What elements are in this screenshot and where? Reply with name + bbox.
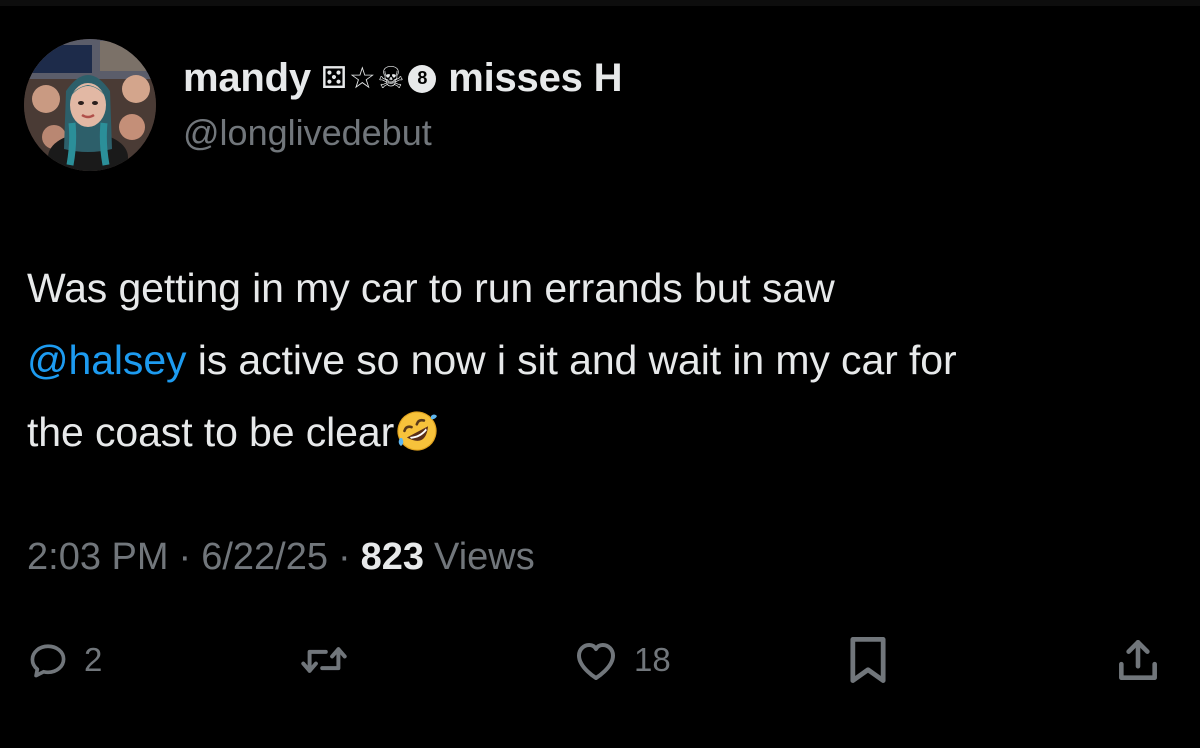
like-count: 18 <box>634 641 671 678</box>
number-badge: 8 <box>408 64 437 93</box>
tweet-text: Was getting in my car to run errands but… <box>27 252 1187 468</box>
rolling-laughing-emoji-icon <box>397 411 438 451</box>
meta-separator: · <box>178 536 192 578</box>
tweet-line-text: the coast to be clear <box>27 409 395 455</box>
action-bar: 2 18 <box>0 630 1200 690</box>
user-handle[interactable]: @longlivedebut <box>183 112 432 154</box>
bookmark-icon <box>850 637 886 683</box>
star-icon: ☆ <box>348 61 376 96</box>
display-name-suffix: misses H <box>448 56 623 100</box>
heart-icon <box>577 643 615 680</box>
display-name-text: mandy <box>183 56 311 100</box>
bookmark-button[interactable] <box>846 630 890 690</box>
mention-link[interactable]: @halsey <box>27 337 187 383</box>
meta-separator: · <box>337 536 351 578</box>
share-icon <box>1119 640 1157 680</box>
tweet-line-text: is active so now i sit and wait in my ca… <box>186 337 957 383</box>
views-count: 823 <box>360 536 425 578</box>
reply-icon <box>30 644 66 678</box>
tweet-line: @halsey is active so now i sit and wait … <box>27 324 1187 396</box>
die-icon: ⚄ <box>320 61 347 96</box>
tweet-time[interactable]: 2:03 PM <box>27 536 169 579</box>
views-label: Views <box>434 536 535 578</box>
reply-count: 2 <box>84 641 103 678</box>
reply-button[interactable]: 2 <box>26 630 102 690</box>
tweet-line: the coast to be clear <box>27 396 1187 468</box>
tweet-card: mandy ⚄ ☆ ☠ 8 misses H @longlivedebut Wa… <box>0 0 1200 748</box>
top-divider <box>0 0 1200 6</box>
share-button[interactable] <box>1113 630 1163 690</box>
skull-crossbones-icon: ☠ <box>377 61 405 96</box>
like-button[interactable]: 18 <box>572 630 671 690</box>
avatar[interactable] <box>24 39 156 171</box>
tweet-meta: 2:03 PM · 6/22/25 · 823 Views <box>27 536 535 579</box>
retweet-icon <box>301 647 347 673</box>
display-name[interactable]: mandy ⚄ ☆ ☠ 8 misses H <box>183 56 622 101</box>
avatar-photo <box>24 39 156 171</box>
tweet-date[interactable]: 6/22/25 <box>201 536 328 579</box>
tweet-line: Was getting in my car to run errands but… <box>27 265 835 311</box>
retweet-button[interactable] <box>297 630 365 690</box>
name-emoji-run: ⚄ ☆ ☠ 8 <box>320 61 437 96</box>
